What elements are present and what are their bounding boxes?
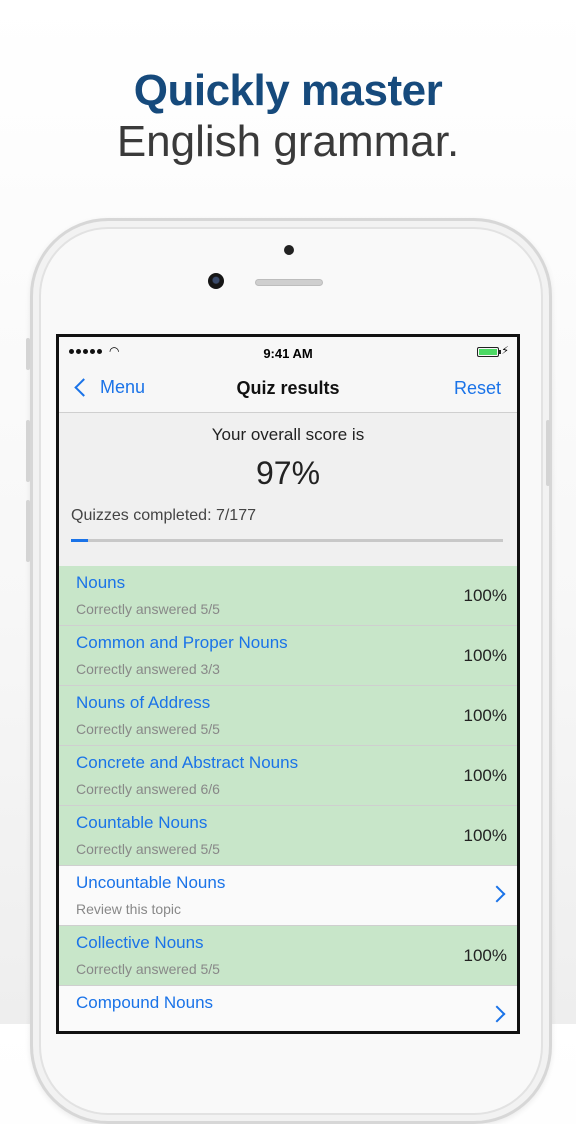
battery-icon — [477, 347, 501, 357]
volume-down-button — [26, 500, 30, 562]
list-item[interactable]: Compound Nouns — [59, 986, 517, 1031]
topic-score: 100% — [463, 646, 507, 665]
list-item[interactable]: Collective Nouns Correctly answered 5/5 10… — [59, 926, 517, 986]
topic-score: 100% — [463, 586, 507, 605]
score-summary: Your overall score is 97% Quizzes comple… — [59, 413, 517, 566]
list-item[interactable]: Concrete and Abstract Nouns Correctly ans… — [59, 746, 517, 806]
chevron-right-icon — [488, 885, 506, 903]
topic-list: Nouns Correctly answered 5/5 100% Common an… — [59, 566, 517, 1031]
front-camera-icon — [208, 273, 224, 289]
mute-switch — [26, 338, 30, 370]
topic-score: 100% — [463, 826, 507, 845]
app-screen: ◠ 9:41 AM ⚡ Menu Quiz results Reset Your… — [59, 337, 517, 1031]
reset-button[interactable]: Reset — [454, 378, 501, 399]
topic-subtitle: Correctly answered 6/6 — [76, 781, 220, 797]
topic-subtitle: Correctly answered 3/3 — [76, 661, 220, 677]
list-item[interactable]: Nouns Correctly answered 5/5 100% — [59, 566, 517, 626]
topic-title: Countable Nouns — [76, 813, 208, 832]
volume-up-button — [26, 420, 30, 482]
chevron-right-icon — [488, 1005, 506, 1023]
charging-icon: ⚡ — [501, 345, 509, 357]
list-item[interactable]: Uncountable Nouns Review this topic — [59, 866, 517, 926]
topic-subtitle: Review this topic — [76, 901, 182, 917]
page-title: Quiz results — [236, 378, 340, 398]
topic-title: Nouns of Address — [76, 693, 211, 712]
topic-subtitle: Correctly answered 5/5 — [76, 961, 220, 977]
navigation-bar: Menu Quiz results Reset — [59, 367, 517, 413]
list-item[interactable]: Countable Nouns Correctly answered 5/5 100… — [59, 806, 517, 866]
topic-title: Concrete and Abstract Nouns — [76, 753, 299, 772]
topic-subtitle: Correctly answered 5/5 — [76, 721, 220, 737]
quizzes-completed: Quizzes completed: 7/177 — [71, 507, 256, 524]
topic-score: 100% — [463, 946, 507, 965]
proximity-sensor — [284, 245, 294, 255]
power-button — [546, 420, 550, 486]
topic-title: Nouns — [76, 573, 126, 592]
topic-title: Collective Nouns — [76, 933, 204, 952]
headline-line-1: Quickly master — [133, 66, 443, 115]
topic-title: Compound Nouns — [76, 993, 214, 1012]
headline-line-2: English grammar. — [116, 117, 460, 166]
progress-bar-fill — [71, 539, 89, 542]
score-label: Your overall score is — [211, 425, 365, 444]
topic-score: 100% — [463, 766, 507, 785]
earpiece-speaker — [255, 279, 323, 286]
topic-score: 100% — [463, 706, 507, 725]
status-bar: ◠ 9:41 AM ⚡ — [59, 337, 517, 367]
topic-title: Uncountable Nouns — [76, 873, 226, 892]
list-item[interactable]: Nouns of Address Correctly answered 5/5 10… — [59, 686, 517, 746]
topic-title: Common and Proper Nouns — [76, 633, 288, 652]
list-item[interactable]: Common and Proper Nouns Correctly answere… — [59, 626, 517, 686]
topic-subtitle: Correctly answered 5/5 — [76, 841, 220, 857]
topic-subtitle: Correctly answered 5/5 — [76, 601, 220, 617]
phone-screen: ◠ 9:41 AM ⚡ Menu Quiz results Reset Your… — [56, 334, 520, 1034]
progress-bar — [71, 539, 503, 542]
overall-score: 97% — [255, 455, 321, 491]
status-time: 9:41 AM — [263, 346, 313, 361]
